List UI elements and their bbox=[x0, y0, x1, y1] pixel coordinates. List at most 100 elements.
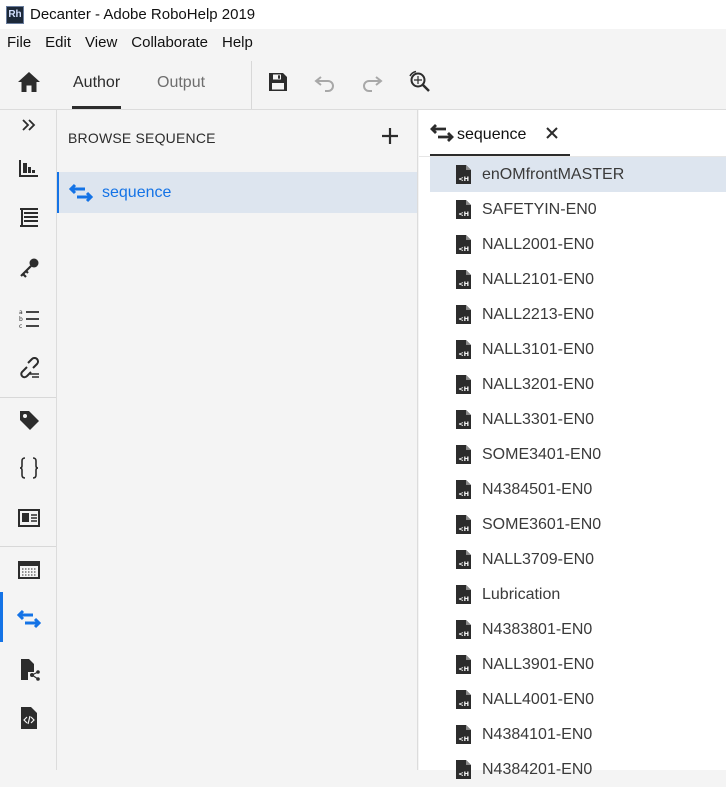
topic-label: NALL2213-EN0 bbox=[482, 306, 595, 323]
toc-icon[interactable] bbox=[17, 206, 41, 230]
topic-label: NALL3101-EN0 bbox=[482, 341, 595, 358]
html-topic-icon: <H bbox=[455, 619, 472, 640]
svg-text:<H: <H bbox=[458, 315, 469, 323]
topic-label: NALL2001-EN0 bbox=[482, 236, 595, 253]
menu-help[interactable]: Help bbox=[222, 34, 253, 51]
topic-label: N4384501-EN0 bbox=[482, 481, 593, 498]
menu-view[interactable]: View bbox=[85, 34, 117, 51]
braces-icon[interactable] bbox=[17, 456, 41, 480]
topic-row[interactable]: <H enOMfrontMASTER bbox=[430, 157, 726, 192]
code-doc-icon[interactable] bbox=[17, 706, 41, 730]
topic-row[interactable]: <H NALL3901-EN0 bbox=[430, 647, 726, 682]
topic-label: N4384201-EN0 bbox=[482, 761, 593, 778]
menu-collaborate[interactable]: Collaborate bbox=[131, 34, 208, 51]
svg-text:<H: <H bbox=[458, 175, 469, 183]
html-topic-icon: <H bbox=[455, 514, 472, 535]
html-topic-icon: <H bbox=[455, 549, 472, 570]
svg-text:c: c bbox=[19, 323, 22, 329]
browse-sequence-icon[interactable] bbox=[17, 607, 41, 631]
browse-sequence-icon bbox=[430, 124, 454, 142]
close-icon[interactable] bbox=[544, 125, 560, 141]
svg-text:<H: <H bbox=[458, 560, 469, 568]
svg-text:<H: <H bbox=[458, 595, 469, 603]
topic-row[interactable]: <H NALL3301-EN0 bbox=[430, 402, 726, 437]
svg-text:<H: <H bbox=[458, 525, 469, 533]
svg-text:<H: <H bbox=[458, 665, 469, 673]
toolbar-divider bbox=[251, 61, 252, 109]
main-toolbar: Author Output bbox=[0, 55, 726, 110]
html-topic-icon: <H bbox=[455, 689, 472, 710]
topic-label: NALL4001-EN0 bbox=[482, 691, 595, 708]
contents-icon[interactable] bbox=[17, 156, 41, 180]
browse-sequence-icon bbox=[68, 183, 94, 203]
topic-row[interactable]: <H SOME3401-EN0 bbox=[430, 437, 726, 472]
topic-label: NALL3301-EN0 bbox=[482, 411, 595, 428]
topic-row[interactable]: <H SAFETYIN-EN0 bbox=[430, 192, 726, 227]
active-tab-indicator bbox=[72, 106, 121, 109]
topic-row[interactable]: <H Lubrication bbox=[430, 577, 726, 612]
topic-label: SAFETYIN-EN0 bbox=[482, 201, 597, 218]
title-bar: Rh Decanter - Adobe RoboHelp 2019 bbox=[0, 0, 726, 29]
topic-row[interactable]: <H NALL3201-EN0 bbox=[430, 367, 726, 402]
html-topic-icon: <H bbox=[455, 199, 472, 220]
topic-label: SOME3401-EN0 bbox=[482, 446, 602, 463]
topic-row[interactable]: <H SOME3601-EN0 bbox=[430, 507, 726, 542]
menu-bar: File Edit View Collaborate Help bbox=[0, 29, 726, 55]
redo-icon[interactable] bbox=[360, 70, 384, 94]
topic-row[interactable]: <H NALL3101-EN0 bbox=[430, 332, 726, 367]
link-icon[interactable] bbox=[17, 356, 41, 380]
svg-text:<H: <H bbox=[458, 420, 469, 428]
panel-title: BROWSE SEQUENCE bbox=[68, 130, 216, 146]
topic-label: NALL3901-EN0 bbox=[482, 656, 595, 673]
html-topic-icon: <H bbox=[455, 164, 472, 185]
topic-row[interactable]: <H N4384501-EN0 bbox=[430, 472, 726, 507]
topic-label: N4384101-EN0 bbox=[482, 726, 593, 743]
menu-edit[interactable]: Edit bbox=[45, 34, 71, 51]
topic-row[interactable]: <H NALL2101-EN0 bbox=[430, 262, 726, 297]
topic-row[interactable]: <H N4384101-EN0 bbox=[430, 717, 726, 752]
svg-text:<H: <H bbox=[458, 280, 469, 288]
window-icon[interactable] bbox=[17, 558, 41, 582]
list-icon[interactable]: abc bbox=[17, 306, 41, 330]
doc-share-icon[interactable] bbox=[17, 658, 41, 682]
topic-label: NALL3201-EN0 bbox=[482, 376, 595, 393]
tag-icon[interactable] bbox=[17, 408, 41, 432]
tab-sequence[interactable]: sequence bbox=[430, 110, 570, 156]
menu-file[interactable]: File bbox=[7, 34, 31, 51]
topic-list: <H enOMfrontMASTER <H SAFETYIN-EN0 <H NALL200… bbox=[430, 157, 726, 787]
undo-icon[interactable] bbox=[313, 70, 337, 94]
html-topic-icon: <H bbox=[455, 724, 472, 745]
topic-row[interactable]: <H NALL3709-EN0 bbox=[430, 542, 726, 577]
topic-label: NALL2101-EN0 bbox=[482, 271, 595, 288]
topic-label: SOME3601-EN0 bbox=[482, 516, 602, 533]
svg-text:<H: <H bbox=[458, 350, 469, 358]
topic-row[interactable]: <H NALL2001-EN0 bbox=[430, 227, 726, 262]
html-topic-icon: <H bbox=[455, 479, 472, 500]
html-topic-icon: <H bbox=[455, 444, 472, 465]
home-icon[interactable] bbox=[17, 71, 41, 93]
topic-row[interactable]: <H NALL4001-EN0 bbox=[430, 682, 726, 717]
rail-divider bbox=[0, 397, 56, 398]
save-icon[interactable] bbox=[266, 70, 290, 94]
add-icon[interactable] bbox=[381, 127, 399, 145]
svg-text:<H: <H bbox=[458, 490, 469, 498]
left-rail: abc bbox=[0, 110, 57, 770]
expand-icon[interactable] bbox=[17, 116, 41, 134]
tab-output[interactable]: Output bbox=[157, 74, 205, 92]
svg-text:<H: <H bbox=[458, 700, 469, 708]
tab-label: sequence bbox=[457, 126, 527, 143]
topic-label: N4383801-EN0 bbox=[482, 621, 593, 638]
html-topic-icon: <H bbox=[455, 374, 472, 395]
image-card-icon[interactable] bbox=[17, 506, 41, 530]
robohelp-logo: Rh bbox=[6, 5, 24, 24]
window-title: Decanter - Adobe RoboHelp 2019 bbox=[30, 6, 256, 23]
key-icon[interactable] bbox=[17, 256, 41, 280]
topic-row[interactable]: <H N4383801-EN0 bbox=[430, 612, 726, 647]
topic-row[interactable]: <H NALL2213-EN0 bbox=[430, 297, 726, 332]
browse-sequence-label: sequence bbox=[102, 184, 172, 201]
svg-text:b: b bbox=[19, 316, 23, 323]
html-topic-icon: <H bbox=[455, 409, 472, 430]
tab-author[interactable]: Author bbox=[73, 74, 120, 92]
browse-sequence-item[interactable]: sequence bbox=[57, 172, 417, 213]
search-icon[interactable] bbox=[408, 70, 432, 94]
